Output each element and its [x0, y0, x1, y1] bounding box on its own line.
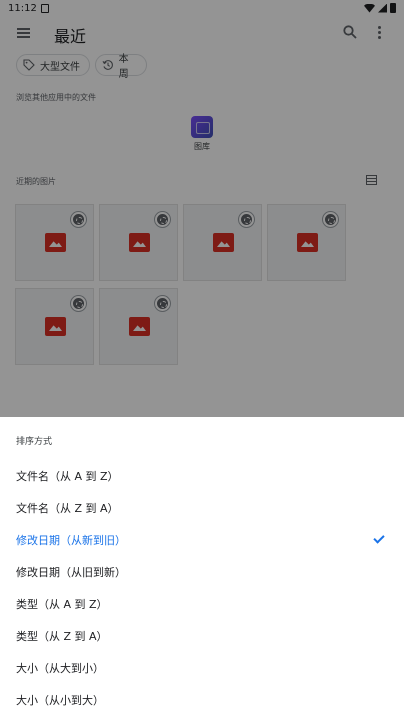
sort-bottom-sheet: 排序方式 文件名（从 A 到 Z） 文件名（从 Z 到 A） 修改日期（从新到旧… [0, 417, 404, 718]
sort-option-label: 类型（从 Z 到 A） [16, 630, 108, 643]
sort-option-modified-newest[interactable]: 修改日期（从新到旧） [0, 524, 404, 556]
sort-option-name-desc[interactable]: 文件名（从 Z 到 A） [0, 492, 404, 524]
sort-option-name-asc[interactable]: 文件名（从 A 到 Z） [0, 460, 404, 492]
sort-option-label: 文件名（从 Z 到 A） [16, 502, 119, 515]
sort-option-type-asc[interactable]: 类型（从 A 到 Z） [0, 588, 404, 620]
check-icon [373, 532, 385, 544]
files-app: 11:12 最近 大型文件 本周 浏览其他应用中的文件 图库 近期的图片 排序方… [0, 0, 404, 718]
sort-option-label: 类型（从 A 到 Z） [16, 598, 108, 611]
sort-option-label: 修改日期（从新到旧） [16, 534, 126, 547]
sort-option-label: 文件名（从 A 到 Z） [16, 470, 119, 483]
sort-option-size-desc[interactable]: 大小（从大到小） [0, 652, 404, 684]
sort-option-label: 修改日期（从旧到新） [16, 566, 126, 579]
sheet-title: 排序方式 [16, 437, 53, 447]
sort-option-label: 大小（从大到小） [16, 662, 104, 675]
sort-option-size-asc[interactable]: 大小（从小到大） [0, 684, 404, 716]
sort-option-type-desc[interactable]: 类型（从 Z 到 A） [0, 620, 404, 652]
sort-option-label: 大小（从小到大） [16, 694, 104, 707]
sort-option-modified-oldest[interactable]: 修改日期（从旧到新） [0, 556, 404, 588]
